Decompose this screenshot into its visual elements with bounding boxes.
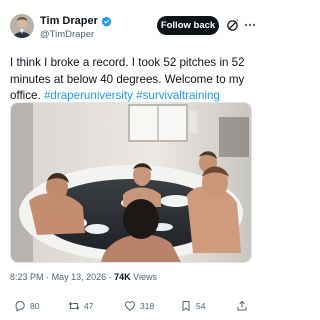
author-name[interactable]: Tim Draper — [40, 15, 98, 27]
bookmark-button[interactable]: 54 — [180, 300, 205, 312]
tweet-date[interactable]: May 13, 2026 — [52, 272, 107, 282]
bookmark-count: 54 — [196, 301, 206, 311]
views-label: Views — [133, 272, 158, 282]
ice-bath-photo — [11, 103, 251, 262]
meta-separator: · — [108, 272, 112, 282]
reply-icon — [15, 301, 25, 312]
follow-back-button[interactable]: Follow back — [157, 16, 219, 35]
tweet-meta: 8:23 PM · May 13, 2026 · 74K Views — [10, 272, 157, 282]
tweet-text: I think I broke a record. I took 52 pitc… — [10, 55, 256, 105]
like-count: 318 — [140, 301, 155, 311]
like-icon — [125, 301, 135, 311]
hashtag-link[interactable]: #survivaltraining — [136, 89, 220, 102]
repost-count: 47 — [84, 301, 94, 311]
reply-button[interactable]: 80 — [14, 300, 39, 312]
tweet-header: Tim Draper @TimDraper Follow back — [0, 0, 262, 52]
more-icon[interactable] — [243, 18, 257, 32]
hashtag-link[interactable]: #draperuniversity — [44, 89, 133, 102]
share-icon — [237, 301, 247, 311]
author-handle[interactable]: @TimDraper — [40, 29, 94, 40]
action-bar: 80 47 318 54 — [0, 300, 262, 318]
verified-badge-icon — [101, 16, 112, 27]
grok-icon[interactable] — [226, 19, 239, 32]
tweet-time[interactable]: 8:23 PM — [10, 272, 44, 282]
tweet-photo[interactable] — [10, 102, 252, 263]
share-button[interactable] — [236, 300, 248, 312]
meta-separator: · — [46, 272, 50, 282]
avatar[interactable] — [10, 14, 34, 38]
like-button[interactable]: 318 — [124, 300, 154, 312]
bookmark-icon — [182, 301, 190, 311]
reply-count: 80 — [30, 301, 40, 311]
repost-icon — [68, 301, 80, 311]
views-count: 74K — [114, 272, 131, 282]
repost-button[interactable]: 47 — [68, 300, 93, 312]
